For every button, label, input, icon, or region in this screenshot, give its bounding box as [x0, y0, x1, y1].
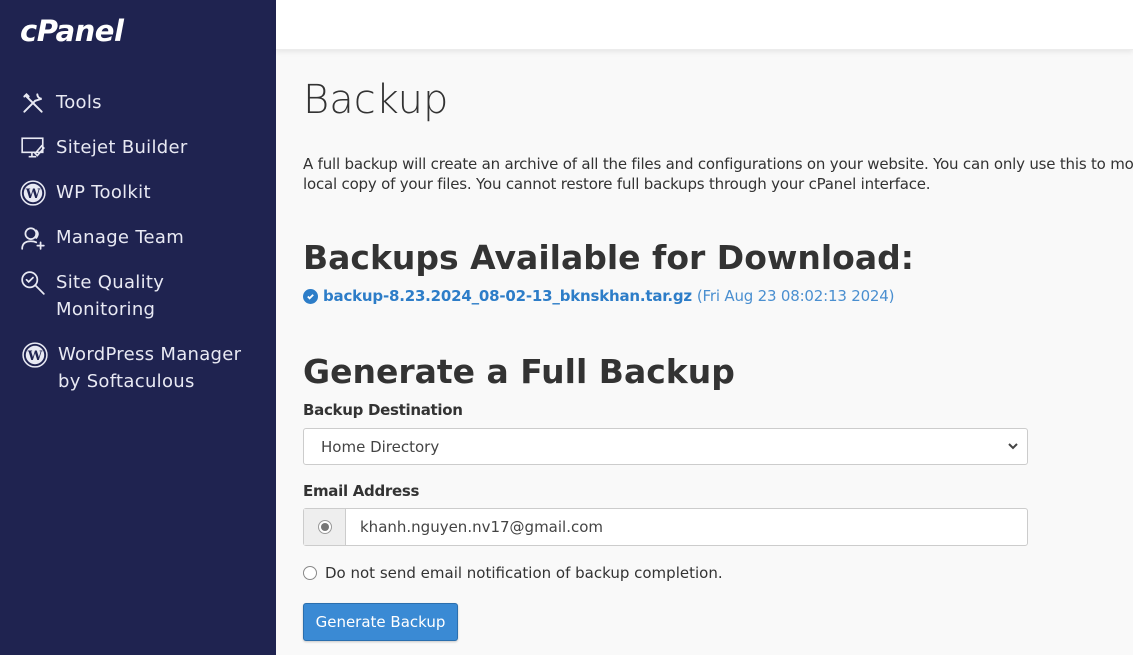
top-bar: [276, 0, 1133, 50]
backup-destination-label: Backup Destination: [303, 401, 463, 419]
check-circle-icon: [303, 288, 318, 304]
no-email-option[interactable]: Do not send email notification of backup…: [303, 564, 723, 582]
page-description: A full backup will create an archive of …: [303, 155, 1133, 193]
backup-download-link[interactable]: backup-8.23.2024_08-02-13_bknskhan.tar.g…: [323, 287, 692, 305]
sidebar-item-tools[interactable]: Tools: [18, 89, 102, 116]
backup-destination-select[interactable]: Home Directory: [303, 428, 1028, 465]
sidebar-item-label: WP Toolkit: [56, 182, 151, 203]
sidebar-item-sitejet-builder[interactable]: Sitejet Builder: [18, 134, 188, 161]
wordpress-icon: W: [20, 341, 50, 368]
svg-text:W: W: [27, 348, 43, 363]
sidebar-item-label: by Softaculous: [58, 371, 195, 392]
monitor-pen-icon: [18, 134, 48, 161]
sidebar-item-label: Site Quality: [56, 272, 165, 293]
sidebar-item-label: Sitejet Builder: [56, 137, 188, 158]
sidebar-item-wp-toolkit[interactable]: W WP Toolkit: [18, 179, 151, 206]
sidebar-item-label: Manage Team: [56, 227, 185, 248]
sidebar-item-label: Monitoring: [56, 299, 156, 320]
sidebar: cPanel Tools Sitejet Builder W WP Toolki…: [0, 0, 276, 655]
sidebar-item-label: Tools: [56, 92, 102, 113]
email-field-group: [303, 508, 1028, 546]
sidebar-item-site-quality-monitoring[interactable]: Site Quality Monitoring: [18, 269, 164, 323]
backups-available-heading: Backups Available for Download:: [303, 238, 914, 277]
tools-icon: [18, 89, 48, 116]
email-input[interactable]: [346, 509, 1027, 545]
no-email-label: Do not send email notification of backup…: [325, 564, 723, 582]
sidebar-item-label: WordPress Manager: [58, 344, 242, 365]
no-email-radio[interactable]: [303, 566, 317, 580]
generate-backup-heading: Generate a Full Backup: [303, 352, 735, 391]
backup-date: (Fri Aug 23 08:02:13 2024): [696, 287, 895, 305]
generate-backup-button[interactable]: Generate Backup: [303, 603, 458, 641]
email-address-label: Email Address: [303, 482, 420, 500]
search-check-icon: [18, 269, 48, 296]
page-title: Backup: [303, 77, 449, 123]
backup-destination-value: Home Directory: [321, 437, 440, 456]
chevron-down-icon: [1008, 443, 1018, 450]
backup-list-item: backup-8.23.2024_08-02-13_bknskhan.tar.g…: [303, 287, 894, 305]
svg-text:W: W: [25, 186, 41, 201]
email-radio-addon[interactable]: [304, 509, 346, 545]
cpanel-logo[interactable]: cPanel: [20, 14, 124, 48]
user-add-icon: [18, 224, 48, 251]
email-radio-selected[interactable]: [317, 520, 332, 534]
sidebar-item-manage-team[interactable]: Manage Team: [18, 224, 184, 251]
sidebar-item-wordpress-manager[interactable]: W WordPress Manager by Softaculous: [20, 341, 241, 395]
wordpress-icon: W: [18, 179, 48, 206]
